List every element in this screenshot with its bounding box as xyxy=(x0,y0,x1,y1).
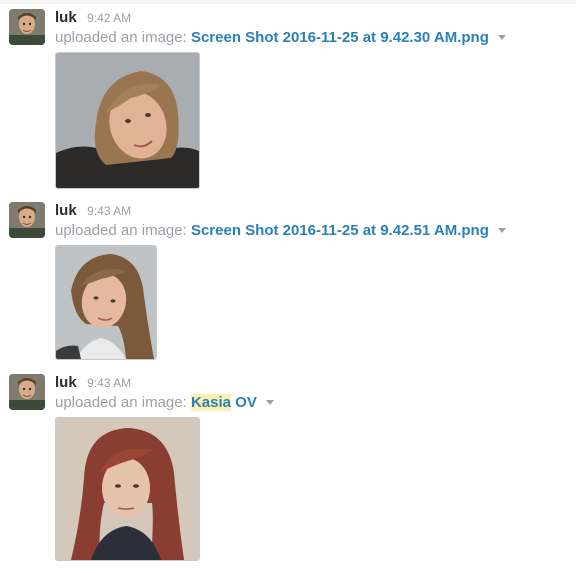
file-link[interactable]: Kasia OV xyxy=(190,394,257,411)
upload-prefix: uploaded an image: xyxy=(55,394,187,411)
message-meta: luk 9:43 AM xyxy=(55,374,131,392)
author-name[interactable]: luk xyxy=(55,9,77,26)
timestamp[interactable]: 9:42 AM xyxy=(87,11,131,25)
chevron-down-icon[interactable] xyxy=(498,227,507,233)
author-name[interactable]: luk xyxy=(55,202,77,219)
upload-prefix: uploaded an image: xyxy=(55,29,187,46)
author-name[interactable]: luk xyxy=(55,374,77,391)
message-meta: luk 9:43 AM xyxy=(55,202,131,220)
message-body: uploaded an image: Screen Shot 2016-11-2… xyxy=(55,222,507,239)
message-body: uploaded an image: Kasia OV xyxy=(55,394,274,411)
chevron-down-icon[interactable] xyxy=(498,34,507,40)
upload-prefix: uploaded an image: xyxy=(55,222,187,239)
search-highlight: Kasia xyxy=(190,394,231,411)
image-thumbnail[interactable] xyxy=(55,52,200,189)
image-thumbnail[interactable] xyxy=(55,245,157,360)
message-body: uploaded an image: Screen Shot 2016-11-2… xyxy=(55,29,507,46)
avatar[interactable] xyxy=(9,202,45,238)
top-divider xyxy=(0,0,576,4)
message-meta: luk 9:42 AM xyxy=(55,9,131,27)
avatar[interactable] xyxy=(9,9,45,45)
timestamp[interactable]: 9:43 AM xyxy=(87,204,131,218)
file-link[interactable]: Screen Shot 2016-11-25 at 9.42.30 AM.png xyxy=(191,29,489,46)
image-thumbnail[interactable] xyxy=(55,417,200,561)
avatar[interactable] xyxy=(9,374,45,410)
file-link-rest: OV xyxy=(230,394,257,411)
chevron-down-icon[interactable] xyxy=(266,399,274,405)
timestamp[interactable]: 9:43 AM xyxy=(87,376,131,390)
file-link[interactable]: Screen Shot 2016-11-25 at 9.42.51 AM.png xyxy=(191,222,489,239)
